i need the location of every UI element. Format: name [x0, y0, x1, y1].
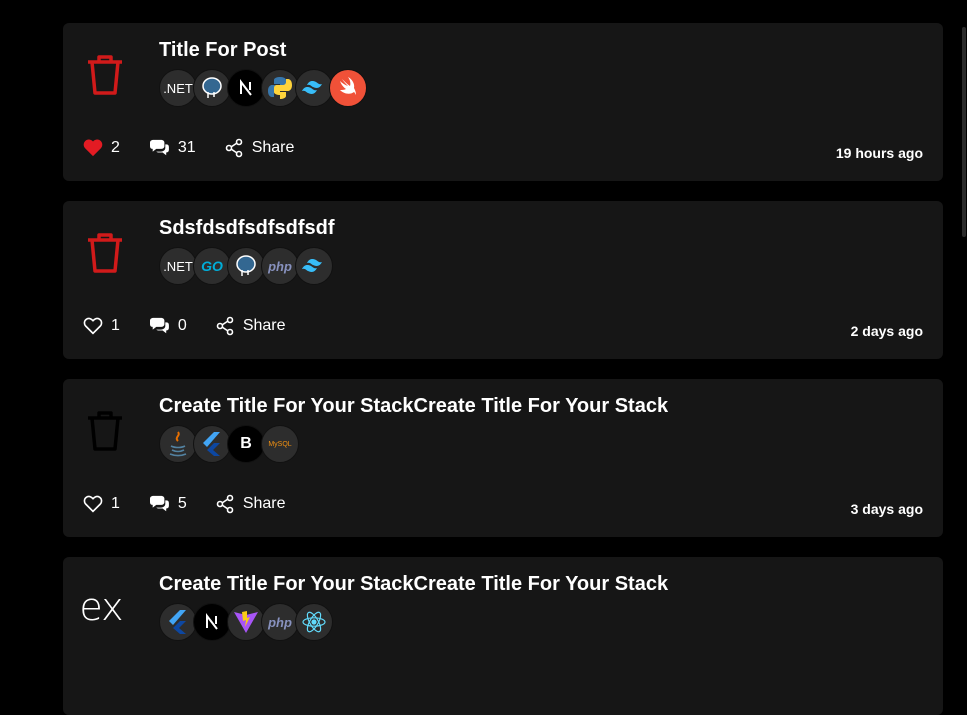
tech-stack: php	[159, 603, 333, 641]
share-icon	[216, 494, 234, 514]
mysql-badge: MySQL	[261, 425, 299, 463]
share-icon	[225, 138, 243, 158]
share-button[interactable]: Share	[215, 316, 286, 336]
post-timestamp: 3 days ago	[850, 501, 923, 517]
php-badge: php	[261, 603, 299, 641]
postgresql-icon	[202, 77, 222, 98]
like-count: 2	[111, 139, 120, 156]
flutter-badge	[193, 425, 231, 463]
comment-count: 5	[177, 495, 187, 512]
python-badge	[261, 69, 299, 107]
comments-icon	[149, 317, 169, 334]
share-label: Share	[251, 139, 295, 156]
delete-button[interactable]	[81, 229, 129, 277]
dotnet-badge: .NET	[159, 247, 197, 285]
share-label: Share	[242, 495, 286, 512]
post-card[interactable]: Create Title For Your StackCreate Title …	[63, 379, 943, 537]
swift-badge	[329, 69, 367, 107]
tailwind-badge	[295, 69, 333, 107]
vite-icon	[234, 611, 258, 633]
post-card[interactable]: ex Create Title For Your StackCreate Tit…	[63, 557, 943, 715]
like-button[interactable]: 2	[83, 139, 120, 157]
heart-outline-icon	[83, 317, 103, 335]
heart-outline-icon	[83, 495, 103, 513]
comments-icon	[149, 495, 169, 512]
flutter-badge	[159, 603, 197, 641]
bootstrap-badge: B	[227, 425, 265, 463]
php-badge: php	[261, 247, 299, 285]
post-title[interactable]: Create Title For Your StackCreate Title …	[159, 573, 668, 596]
flutter-icon	[169, 610, 186, 634]
express-logo-text: ex	[79, 585, 123, 629]
react-icon	[302, 611, 326, 633]
swift-icon	[340, 77, 356, 95]
express-logo: ex	[77, 583, 125, 631]
scrollbar-thumb[interactable]	[962, 27, 966, 237]
nextjs-icon	[232, 74, 260, 102]
post-title[interactable]: Sdsfdsdfsdfsdfsdf	[159, 217, 335, 240]
post-title[interactable]: Title For Post	[159, 39, 286, 62]
like-button[interactable]: 1	[83, 495, 120, 513]
tailwind-icon	[302, 259, 322, 272]
dotnet-badge: .NET	[159, 69, 197, 107]
like-count: 1	[111, 317, 120, 334]
vite-badge	[227, 603, 265, 641]
post-card[interactable]: Sdsfdsdfsdfsdfsdf .NET GO php 1 0 Share …	[63, 201, 943, 359]
scrollbar[interactable]	[961, 0, 967, 665]
post-title[interactable]: Create Title For Your StackCreate Title …	[159, 395, 668, 418]
tech-stack: .NET GO php	[159, 247, 333, 285]
trash-icon	[88, 411, 122, 451]
tailwind-icon	[302, 81, 322, 94]
post-timestamp: 19 hours ago	[835, 145, 923, 161]
nextjs-badge	[227, 69, 265, 107]
post-actions: 1 5 Share	[83, 494, 314, 514]
tech-stack: .NET	[159, 69, 367, 107]
comments-button[interactable]: 0	[148, 317, 187, 335]
delete-button[interactable]	[81, 407, 129, 455]
nextjs-icon	[198, 608, 226, 636]
share-label: Share	[242, 317, 286, 334]
comments-icon	[149, 139, 169, 156]
post-timestamp: 2 days ago	[850, 323, 923, 339]
java-icon	[169, 431, 187, 457]
post-actions: 1 0 Share	[83, 316, 314, 336]
nextjs-badge	[193, 603, 231, 641]
comment-count: 0	[177, 317, 187, 334]
post-actions: 2 31 Share	[83, 138, 322, 158]
like-button[interactable]: 1	[83, 317, 120, 335]
comments-button[interactable]: 5	[148, 495, 187, 513]
react-badge	[295, 603, 333, 641]
trash-icon	[88, 233, 122, 273]
postgresql-badge	[193, 69, 231, 107]
post-card[interactable]: Title For Post .NET 2 31 Share 19 hours …	[63, 23, 943, 181]
share-icon	[216, 316, 234, 336]
python-icon	[268, 77, 292, 99]
trash-icon	[88, 55, 122, 95]
postgresql-icon	[236, 255, 256, 276]
java-badge	[159, 425, 197, 463]
share-button[interactable]: Share	[224, 138, 295, 158]
tailwind-badge	[295, 247, 333, 285]
tech-stack: B MySQL	[159, 425, 299, 463]
comment-count: 31	[177, 139, 196, 156]
like-count: 1	[111, 495, 120, 512]
heart-filled-icon	[83, 139, 103, 157]
delete-button[interactable]	[81, 51, 129, 99]
comments-button[interactable]: 31	[148, 139, 196, 157]
go-badge: GO	[193, 247, 231, 285]
postgresql-badge	[227, 247, 265, 285]
share-button[interactable]: Share	[215, 494, 286, 514]
flutter-icon	[203, 432, 220, 456]
